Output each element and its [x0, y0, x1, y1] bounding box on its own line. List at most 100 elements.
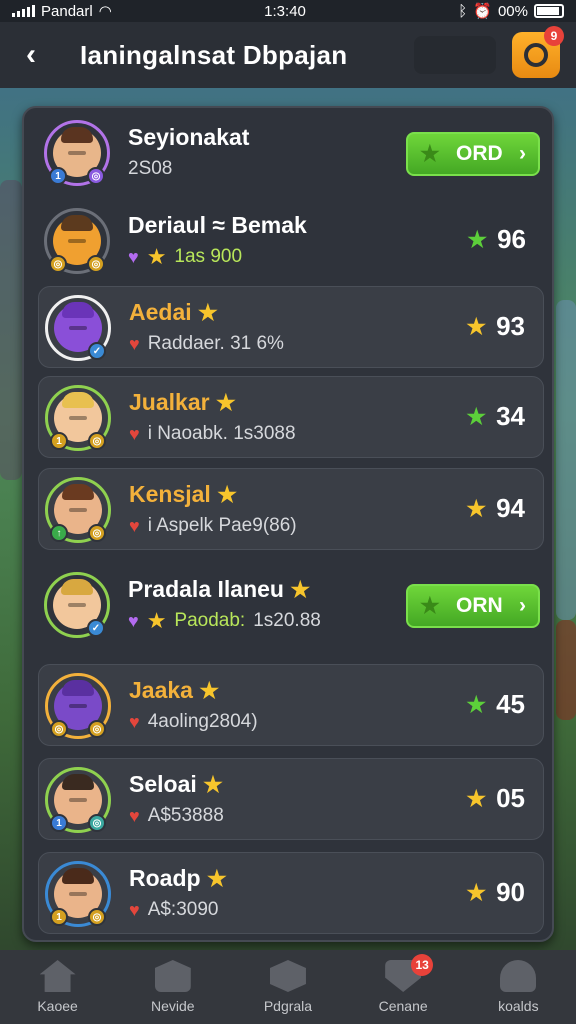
player-name-text: Jualkar — [129, 389, 210, 415]
action-button[interactable]: ★ ORD › — [406, 132, 540, 176]
player-name-text: Aedai — [129, 299, 192, 325]
heart-icon: ♥ — [129, 423, 140, 444]
player-name: Seloai ★ — [129, 771, 223, 798]
player-subtitle: ♥ ★ 1as 900 — [128, 246, 242, 268]
heart-icon: ♥ — [129, 711, 140, 732]
heart-icon: ♥ — [129, 805, 140, 826]
coin-icon: 1 — [50, 908, 68, 926]
coin-icon: ◎ — [88, 524, 106, 542]
player-subtitle: ♥ 4aoling2804) — [129, 711, 258, 733]
bluetooth-icon: ᛒ — [458, 2, 468, 20]
star-icon: ★ — [466, 313, 487, 339]
player-subtitle: ♥ i Aspelk Pae9(86) — [129, 515, 297, 537]
tab-shield[interactable]: 13 Cenane — [353, 954, 453, 1014]
star-icon: ★ — [466, 691, 487, 717]
list-item[interactable]: 1 ◎ Roadp ★ ♥ A$:3090 ★ 90 — [38, 852, 544, 934]
heart-icon: ♥ — [128, 246, 139, 267]
player-subtitle: ♥ Raddaer. 31 6% — [129, 333, 284, 355]
status-bar: Pandarl ◠ 1:3:40 ᛒ ⏰ 00% — [0, 0, 576, 22]
list-item[interactable]: 1 ◎ Jualkar ★ ♥ i Naoabk. 1s3088 ★ 34 — [38, 376, 544, 458]
star-icon: ★ — [217, 482, 237, 507]
check-icon: ✓ — [87, 619, 105, 637]
badge-icon: ◎ — [87, 167, 105, 185]
player-subtitle: ♥ A$53888 — [129, 805, 224, 827]
battery-icon — [534, 4, 564, 18]
player-name-text: Jaaka — [129, 677, 193, 703]
score-value: 94 — [496, 493, 525, 523]
player-stat: i Naoabk. 1s3088 — [147, 423, 296, 444]
star-icon: ★ — [146, 608, 167, 633]
heart-icon: ♥ — [129, 899, 140, 920]
score-value: 90 — [496, 877, 525, 907]
star-icon: ★ — [466, 495, 487, 521]
list-item[interactable]: ✓ Pradala Ilaneu ★ ♥ ★ Paodab: 1s20.88 ★… — [38, 564, 544, 646]
notifications-button[interactable]: 9 — [512, 26, 564, 78]
coin-icon: ◎ — [88, 720, 106, 738]
player-subtitle: 2S08 — [128, 158, 172, 180]
tab-label: koalds — [498, 998, 539, 1014]
player-subtitle: ♥ ★ Paodab: 1s20.88 — [128, 610, 321, 632]
page-title: Ianingalnsat Dbpajan — [80, 39, 348, 70]
score-value: 05 — [496, 783, 525, 813]
coin-icon: ◎ — [87, 255, 105, 273]
star-icon: ★ — [466, 785, 487, 811]
coin-icon: ◎ — [49, 255, 67, 273]
tab-shop[interactable]: Nevide — [123, 960, 223, 1014]
star-icon: ★ — [206, 866, 227, 891]
list-item[interactable]: ◎ ◎ Deriaul ≈ Bemak ♥ ★ 1as 900 ★ 96 — [38, 200, 544, 282]
player-stat: A$:3090 — [147, 899, 219, 920]
tab-label: Cenane — [378, 998, 428, 1014]
player-name-text: Pradala Ilaneu — [128, 576, 284, 602]
list-item[interactable]: ◎ ◎ Jaaka ★ ♥ 4aoling2804) ★ 45 — [38, 664, 544, 746]
player-name: Kensjal ★ — [129, 481, 237, 508]
star-icon: ★ — [290, 577, 311, 602]
back-arrow-icon[interactable]: ‹ — [14, 38, 48, 72]
player-name-text: Roadp — [129, 865, 201, 891]
avatar: 1 ◎ — [45, 385, 111, 451]
house-icon — [39, 960, 76, 992]
star-icon: ★ — [198, 300, 218, 325]
action-button-label: ORD — [456, 142, 503, 165]
notification-badge: 9 — [544, 26, 564, 46]
action-button-label: ORN — [456, 594, 503, 617]
box-icon — [269, 960, 306, 992]
tab-home[interactable]: Kaoee — [8, 960, 108, 1014]
player-name: Roadp ★ — [129, 865, 227, 892]
signal-icon — [12, 5, 35, 17]
background-building — [0, 180, 22, 480]
list-item[interactable]: ↑ ◎ Kensjal ★ ♥ i Aspelk Pae9(86) ★ 94 — [38, 468, 544, 550]
avatar: 1 ◎ — [45, 767, 111, 833]
tab-badge: 13 — [411, 954, 434, 976]
score-value: 96 — [497, 224, 526, 254]
heart-icon: ♥ — [129, 333, 140, 354]
tab-box[interactable]: Pdgrala — [238, 960, 338, 1014]
list-item[interactable]: 1 ◎ Seloai ★ ♥ A$53888 ★ 05 — [38, 758, 544, 840]
coin-icon: 1 — [50, 432, 68, 450]
list-item[interactable]: ✓ Aedai ★ ♥ Raddaer. 31 6% ★ 93 — [38, 286, 544, 368]
player-score: ★ 90 — [466, 877, 525, 908]
tab-profile[interactable]: koalds — [468, 960, 568, 1014]
action-button[interactable]: ★ ORN › — [406, 584, 540, 628]
avatar: 1 ◎ — [44, 120, 110, 186]
player-score: ★ 94 — [466, 493, 525, 524]
badge-icon: ◎ — [88, 814, 106, 832]
player-stat: 1as 900 — [174, 246, 243, 267]
star-icon: ★ — [203, 772, 223, 797]
background-building — [556, 300, 576, 620]
player-name: Jaaka ★ — [129, 677, 219, 704]
player-stat: 4aoling2804) — [147, 711, 258, 732]
background-cart — [556, 620, 576, 720]
avatar: ✓ — [44, 572, 110, 638]
leaderboard-panel: 1 ◎ Seyionakat 2S08 ★ ORD › ◎ ◎ Deriaul … — [22, 106, 554, 942]
chevron-right-icon: › — [519, 142, 526, 165]
list-item[interactable]: 1 ◎ Seyionakat 2S08 ★ ORD › — [38, 112, 544, 194]
shop-icon — [154, 960, 191, 992]
star-icon: ★ — [466, 403, 487, 429]
wifi-icon: ◠ — [98, 3, 112, 20]
avatar: ◎ ◎ — [45, 673, 111, 739]
player-subtitle: ♥ A$:3090 — [129, 899, 218, 921]
clock: 1:3:40 — [264, 2, 306, 20]
player-score: ★ 34 — [466, 401, 525, 432]
star-icon: ★ — [215, 390, 236, 415]
player-name: Pradala Ilaneu ★ — [128, 576, 310, 603]
